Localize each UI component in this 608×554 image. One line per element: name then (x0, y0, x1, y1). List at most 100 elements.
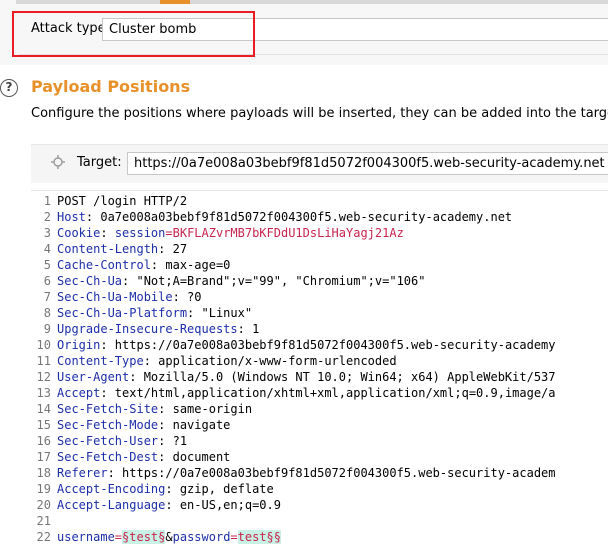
line-number: 1 (43, 194, 51, 208)
request-token: : "Not;A=Brand";v="99", "Chromium";v="10… (122, 274, 426, 288)
request-token: : same-origin (158, 402, 253, 416)
request-line[interactable]: 13 Accept: text/html,application/xhtml+xm… (31, 385, 556, 401)
request-line[interactable]: 15 Sec-Fetch-Mode: navigate (31, 417, 231, 433)
request-token: : en-US,en;q=0.9 (165, 498, 281, 512)
request-token: = (114, 530, 123, 544)
request-line[interactable]: 2 Host: 0a7e008a03bebf9f81d5072f004300f5.… (31, 209, 512, 225)
request-token: Cache-Control (57, 258, 151, 272)
request-token: Referer (57, 466, 108, 480)
section-divider (16, 0, 608, 4)
request-token: User-Agent (57, 370, 130, 384)
request-token: Sec-Ch-Ua-Platform (57, 306, 188, 320)
line-number: 21 (36, 514, 51, 528)
request-token: : 1 (237, 322, 260, 336)
request-editor[interactable]: 1 POST /login HTTP/2 2 Host: 0a7e008a03bebf… (31, 190, 608, 554)
request-token: Host (57, 210, 86, 224)
request-token: Content-Type (57, 354, 144, 368)
request-line[interactable]: 16 Sec-Fetch-User: ?1 (31, 433, 188, 449)
request-line[interactable]: 1 POST /login HTTP/2 (31, 193, 187, 209)
section-accent-bar (160, 0, 190, 4)
line-number: 10 (36, 338, 51, 352)
request-token: password (172, 530, 231, 544)
line-number: 15 (36, 418, 51, 432)
request-token: : "Linux" (187, 306, 253, 320)
request-line[interactable]: 3 Cookie: session=BKFLAZvrMB7bKFDdU1DsLiH… (31, 225, 404, 241)
request-token: Sec-Ch-Ua-Mobile (57, 290, 173, 304)
target-label: Target: (77, 155, 122, 170)
request-token: : 0a7e008a03bebf9f81d5072f004300f5.web-s… (85, 210, 513, 224)
request-line[interactable]: 10 Origin: https://0a7e008a03bebf9f81d507… (31, 337, 556, 353)
request-token: Upgrade-Insecure-Requests (57, 322, 238, 336)
section-description: Configure the positions where payloads w… (31, 106, 608, 121)
request-token: Origin (57, 338, 101, 352)
payload-position-marker: test§§ (237, 530, 282, 544)
request-token: Sec-Fetch-Mode (57, 418, 159, 432)
request-token: Sec-Fetch-Dest (57, 450, 159, 464)
target-bar: Target: https://0a7e008a03bebf9f81d5072f… (31, 144, 608, 183)
request-token: : text/html,application/xhtml+xml,applic… (100, 386, 556, 400)
line-number: 5 (43, 258, 51, 272)
line-number: 22 (36, 530, 51, 544)
crosshair-icon (51, 155, 65, 169)
line-number: 17 (36, 450, 51, 464)
request-line[interactable]: 14 Sec-Fetch-Site: same-origin (31, 401, 253, 417)
line-number: 11 (36, 354, 51, 368)
request-token: Accept-Language (57, 498, 166, 512)
request-token: : Mozilla/5.0 (Windows NT 10.0; Win64; x… (129, 370, 556, 384)
request-token: & (165, 530, 173, 544)
request-token: = (230, 530, 238, 544)
request-token: : application/x-www-form-urlencoded (143, 354, 397, 368)
request-line[interactable]: 12 User-Agent: Mozilla/5.0 (Windows NT 10… (31, 369, 556, 385)
request-token: Accept-Encoding (57, 482, 166, 496)
help-circle-icon[interactable]: ? (0, 79, 18, 97)
request-token: : 27 (158, 242, 188, 256)
request-token: session (114, 226, 166, 240)
request-token: Cookie (57, 226, 101, 240)
request-token: Sec-Fetch-User (57, 434, 159, 448)
burp-intruder-positions-panel: Attack type: Cluster bomb ? Payload Posi… (0, 0, 608, 554)
request-token: username (57, 530, 115, 544)
line-number: 3 (43, 226, 51, 240)
request-line[interactable]: 18 Referer: https://0a7e008a03bebf9f81d50… (31, 465, 556, 481)
line-number: 7 (43, 290, 51, 304)
request-line[interactable]: 8 Sec-Ch-Ua-Platform: "Linux" (31, 305, 252, 321)
line-number: 14 (36, 402, 51, 416)
request-token: : https://0a7e008a03bebf9f81d5072f004300… (100, 338, 556, 352)
request-token: : ?1 (158, 434, 188, 448)
line-number: 18 (36, 466, 51, 480)
request-token: POST /login HTTP/2 (57, 194, 188, 208)
line-number: 13 (36, 386, 51, 400)
request-line[interactable]: 5 Cache-Control: max-age=0 (31, 257, 231, 273)
request-token: : max-age=0 (150, 258, 231, 272)
annotation-highlight-box (12, 11, 255, 57)
request-token: Sec-Fetch-Site (57, 402, 159, 416)
line-number: 12 (36, 370, 51, 384)
line-number: 19 (36, 482, 51, 496)
line-number: 2 (43, 210, 51, 224)
target-url-input[interactable]: https://0a7e008a03bebf9f81d5072f004300f5… (127, 152, 608, 175)
request-line[interactable]: 11 Content-Type: application/x-www-form-u… (31, 353, 397, 369)
request-token: : gzip, deflate (165, 482, 274, 496)
line-number: 4 (43, 242, 51, 256)
request-token: : https://0a7e008a03bebf9f81d5072f004300… (107, 466, 556, 480)
request-token: : ?0 (172, 290, 202, 304)
request-line[interactable]: 20 Accept-Language: en-US,en;q=0.9 (31, 497, 281, 513)
request-line[interactable]: 4 Content-Length: 27 (31, 241, 187, 257)
request-token: : navigate (158, 418, 231, 432)
request-line[interactable]: 6 Sec-Ch-Ua: "Not;A=Brand";v="99", "Chrom… (31, 273, 426, 289)
line-number: 16 (36, 434, 51, 448)
line-number: 20 (36, 498, 51, 512)
request-line[interactable]: 21 (31, 513, 57, 529)
request-line[interactable]: 22 username=§test§&password=test§§ (31, 529, 282, 545)
request-line[interactable]: 17 Sec-Fetch-Dest: document (31, 449, 231, 465)
request-token: : document (158, 450, 231, 464)
line-number: 9 (43, 322, 51, 336)
line-number: 8 (43, 306, 51, 320)
line-number: 6 (43, 274, 51, 288)
request-token: Content-Length (57, 242, 159, 256)
request-token: Accept (57, 386, 101, 400)
request-token: Sec-Ch-Ua (57, 274, 123, 288)
request-line[interactable]: 7 Sec-Ch-Ua-Mobile: ?0 (31, 289, 202, 305)
request-line[interactable]: 19 Accept-Encoding: gzip, deflate (31, 481, 274, 497)
request-line[interactable]: 9 Upgrade-Insecure-Requests: 1 (31, 321, 260, 337)
